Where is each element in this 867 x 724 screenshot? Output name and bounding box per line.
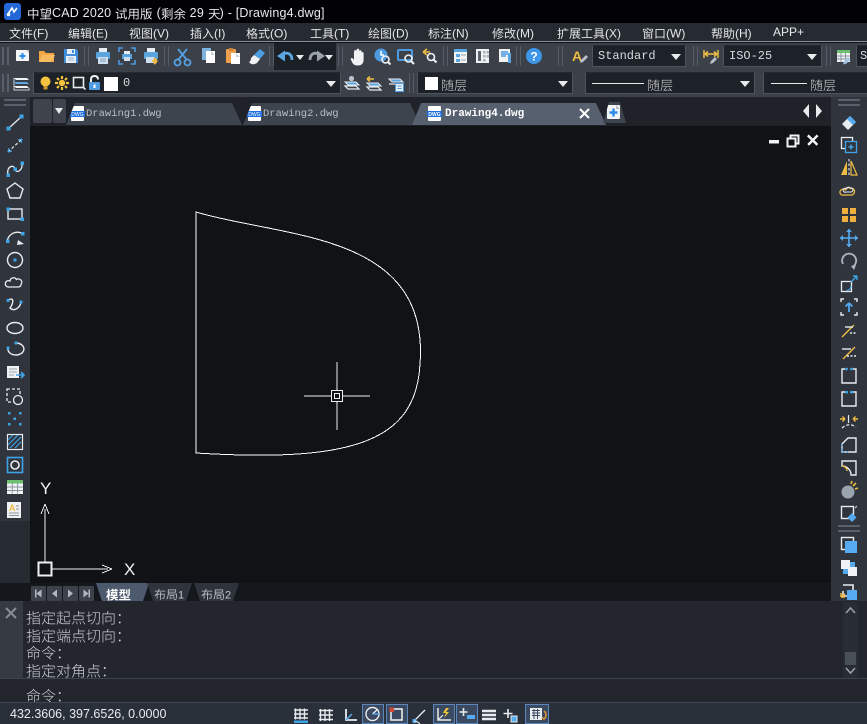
svg-text:X: X	[124, 560, 135, 579]
svg-text:Y: Y	[40, 479, 51, 498]
svg-text:DWG: DWG	[428, 112, 440, 118]
svg-text:DWG: DWG	[71, 112, 83, 118]
svg-text:DWG: DWG	[248, 112, 260, 118]
svg-text:?: ?	[530, 50, 537, 64]
svg-text:A: A	[9, 503, 16, 513]
